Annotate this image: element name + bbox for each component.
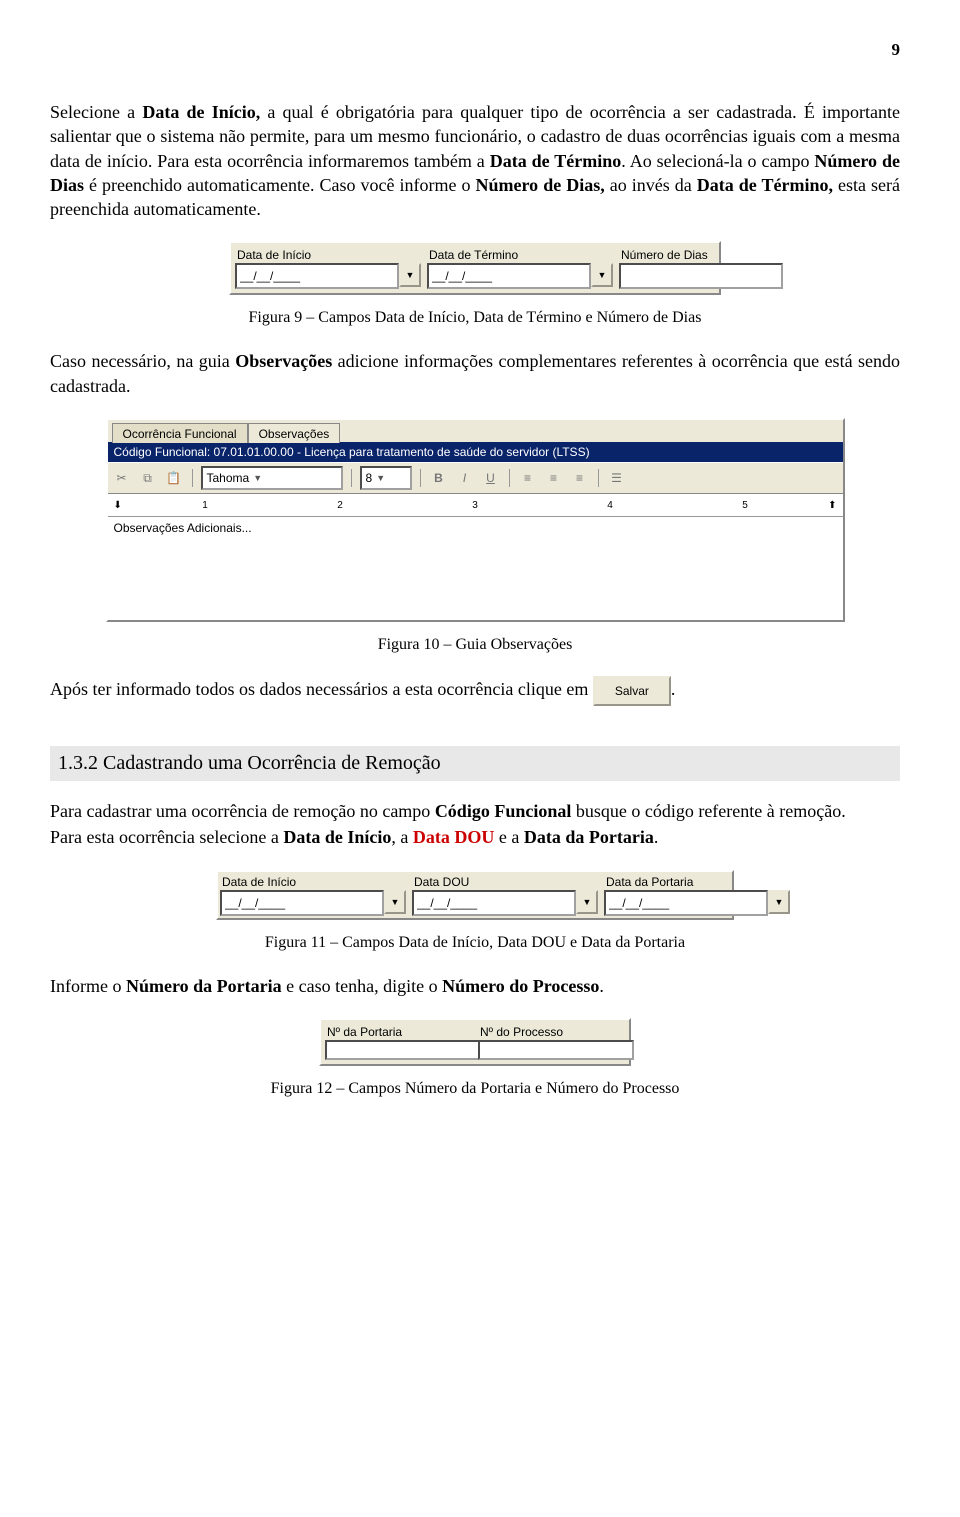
size-select[interactable]: 8 ▼	[360, 466, 412, 490]
numero-portaria-label: Nº da Portaria	[325, 1024, 472, 1040]
numero-processo-input[interactable]	[478, 1040, 634, 1060]
data-termino-label: Data de Término	[427, 247, 613, 263]
figure-11-date-fields: Data de Início ▼ Data DOU ▼ Data da Port…	[216, 870, 734, 920]
italic-button[interactable]: I	[455, 468, 475, 488]
indent-marker-icon[interactable]: ⬆	[828, 500, 836, 511]
size-select-value: 8	[366, 471, 373, 485]
font-select-value: Tahoma	[207, 471, 250, 485]
data-portaria-field: Data da Portaria ▼	[604, 874, 790, 916]
tab-observacoes[interactable]: Observações	[248, 423, 341, 443]
paragraph-5: Informe o Número da Portaria e caso tenh…	[50, 974, 900, 998]
data-inicio-label-2: Data de Início	[220, 874, 406, 890]
section-1-3-2-heading: 1.3.2 Cadastrando uma Ocorrência de Remo…	[50, 746, 900, 781]
paragraph-save-text: Após ter informado todos os dados necess…	[50, 679, 593, 699]
paragraph-4: Para esta ocorrência selecione a Data de…	[50, 825, 900, 849]
separator	[420, 469, 421, 487]
bold-button[interactable]: B	[429, 468, 449, 488]
separator	[192, 469, 193, 487]
separator	[351, 469, 352, 487]
figure-12-caption: Figura 12 – Campos Número da Portaria e …	[50, 1080, 900, 1098]
separator	[598, 469, 599, 487]
numero-portaria-input[interactable]	[325, 1040, 481, 1060]
cut-icon[interactable]: ✂	[112, 468, 132, 488]
codigo-funcional-line: Código Funcional: 07.01.01.00.00 - Licen…	[108, 442, 843, 462]
numero-processo-label: Nº do Processo	[478, 1024, 625, 1040]
numero-dias-input[interactable]	[619, 263, 783, 289]
chevron-down-icon: ▼	[376, 473, 385, 483]
data-dou-field: Data DOU ▼	[412, 874, 598, 916]
paragraph-2: Caso necessário, na guia Observações adi…	[50, 349, 900, 398]
dropdown-button[interactable]: ▼	[576, 890, 598, 914]
figure-12-portaria-fields: Nº da Portaria Nº do Processo	[319, 1018, 631, 1066]
data-inicio-field-2: Data de Início ▼	[220, 874, 406, 916]
numero-portaria-field: Nº da Portaria	[325, 1024, 472, 1060]
data-dou-label: Data DOU	[412, 874, 598, 890]
numero-dias-label: Número de Dias	[619, 247, 783, 263]
data-inicio-label: Data de Início	[235, 247, 421, 263]
figure-9-date-fields: Data de Início ▼ Data de Término ▼ Númer…	[229, 241, 721, 295]
dropdown-button[interactable]: ▼	[768, 890, 790, 914]
figure-9-caption: Figura 9 – Campos Data de Início, Data d…	[50, 309, 900, 327]
data-inicio-input-2[interactable]	[220, 890, 384, 916]
figure-10-caption: Figura 10 – Guia Observações	[50, 636, 900, 654]
salvar-button[interactable]: Salvar	[593, 676, 671, 706]
underline-button[interactable]: U	[481, 468, 501, 488]
indent-marker-icon[interactable]: ⬇	[114, 500, 122, 511]
align-right-button[interactable]: ≡	[570, 468, 590, 488]
tab-ocorrencia-funcional[interactable]: Ocorrência Funcional	[112, 423, 248, 443]
observacoes-textarea[interactable]: Observações Adicionais...	[108, 517, 843, 620]
ruler-marks: 1 2 3 4 5	[108, 500, 843, 511]
data-termino-input[interactable]	[427, 263, 591, 289]
data-inicio-field: Data de Início ▼	[235, 247, 421, 289]
editor-toolbar: ✂ ⧉ 📋 Tahoma ▼ 8 ▼ B I U ≡ ≡ ≡ ☰	[108, 462, 843, 494]
align-left-button[interactable]: ≡	[518, 468, 538, 488]
chevron-down-icon: ▼	[253, 473, 262, 483]
paragraph-1: Selecione a Data de Início, a qual é obr…	[50, 100, 900, 221]
tabs-row: Ocorrência Funcional Observações	[108, 420, 843, 442]
copy-icon[interactable]: ⧉	[138, 468, 158, 488]
paste-icon[interactable]: 📋	[164, 468, 184, 488]
data-inicio-input[interactable]	[235, 263, 399, 289]
data-portaria-label: Data da Portaria	[604, 874, 790, 890]
figure-11-caption: Figura 11 – Campos Data de Início, Data …	[50, 934, 900, 952]
figure-10-observacoes: Ocorrência Funcional Observações Código …	[106, 418, 845, 622]
numero-dias-field: Número de Dias	[619, 247, 783, 289]
paragraph-3: Para cadastrar uma ocorrência de remoção…	[50, 799, 900, 823]
ruler: ⬇ 1 2 3 4 5 ⬆	[108, 494, 843, 517]
font-select[interactable]: Tahoma ▼	[201, 466, 343, 490]
paragraph-save: Após ter informado todos os dados necess…	[50, 676, 900, 706]
data-portaria-input[interactable]	[604, 890, 768, 916]
align-center-button[interactable]: ≡	[544, 468, 564, 488]
data-inicio-dropdown-button[interactable]: ▼	[399, 263, 421, 287]
data-dou-input[interactable]	[412, 890, 576, 916]
bullet-list-button[interactable]: ☰	[607, 468, 627, 488]
numero-processo-field: Nº do Processo	[478, 1024, 625, 1060]
data-termino-dropdown-button[interactable]: ▼	[591, 263, 613, 287]
page-number: 9	[50, 40, 900, 60]
separator	[509, 469, 510, 487]
dropdown-button[interactable]: ▼	[384, 890, 406, 914]
data-termino-field: Data de Término ▼	[427, 247, 613, 289]
